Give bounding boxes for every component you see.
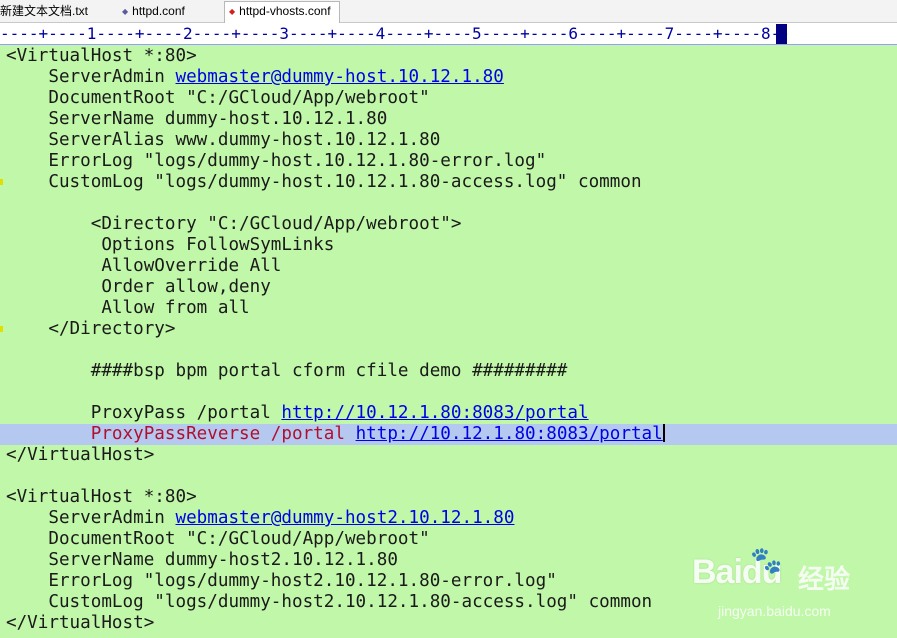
code-line[interactable]: ServerAdmin webmaster@dummy-host.10.12.1… bbox=[0, 67, 897, 88]
code-link[interactable]: http://10.12.1.80:8083/portal bbox=[281, 403, 588, 423]
code-line[interactable]: Order allow,deny bbox=[0, 277, 897, 298]
change-marker bbox=[0, 179, 3, 185]
text-caret bbox=[662, 424, 665, 442]
code-text: </VirtualHost> bbox=[6, 445, 155, 465]
code-line[interactable]: CustomLog "logs/dummy-host.10.12.1.80-ac… bbox=[0, 172, 897, 193]
change-marker bbox=[0, 326, 3, 332]
watermark-url: jingyan.baidu.com bbox=[718, 603, 831, 619]
tab-label: 新建文本文档.txt bbox=[0, 4, 89, 18]
ruler-cursor-marker bbox=[776, 24, 787, 44]
watermark-brand: 经验 bbox=[798, 564, 851, 594]
code-line[interactable] bbox=[0, 340, 897, 361]
code-link[interactable]: webmaster@dummy-host.10.12.1.80 bbox=[175, 67, 503, 87]
code-line[interactable]: ServerAdmin webmaster@dummy-host2.10.12.… bbox=[0, 508, 897, 529]
code-text: </Directory> bbox=[6, 319, 176, 339]
code-text: ####bsp bpm portal cform cfile demo ####… bbox=[6, 361, 568, 381]
current-code-line[interactable]: ProxyPassReverse /portal http://10.12.1.… bbox=[0, 424, 897, 445]
code-line[interactable]: Allow from all bbox=[0, 298, 897, 319]
code-text: ServerName dummy-host2.10.12.1.80 bbox=[6, 550, 398, 570]
code-line[interactable]: ServerName dummy-host.10.12.1.80 bbox=[0, 109, 897, 130]
tab-label: httpd.conf bbox=[132, 4, 185, 18]
code-text: AllowOverride All bbox=[6, 256, 282, 276]
watermark: Baidu 🐾 经验 jingyan.baidu.com bbox=[690, 545, 890, 630]
code-line[interactable]: ServerAlias www.dummy-host.10.12.1.80 bbox=[0, 130, 897, 151]
code-line[interactable]: </VirtualHost> bbox=[0, 445, 897, 466]
code-text: ServerAdmin bbox=[6, 508, 176, 528]
code-text: <Directory "C:/GCloud/App/webroot"> bbox=[6, 214, 462, 234]
code-line[interactable]: Options FollowSymLinks bbox=[0, 235, 897, 256]
code-line[interactable]: <VirtualHost *:80> bbox=[0, 487, 897, 508]
tab-new-text-document[interactable]: 新建文本文档.txt bbox=[0, 2, 110, 22]
column-ruler: ----+----1----+----2----+----3----+----4… bbox=[0, 23, 897, 45]
code-line[interactable] bbox=[0, 193, 897, 214]
code-text: Order allow,deny bbox=[6, 277, 271, 297]
tab-httpd-vhosts-conf[interactable]: ◆ httpd-vhosts.conf bbox=[224, 1, 340, 23]
code-link[interactable]: webmaster@dummy-host2.10.12.1.80 bbox=[175, 508, 514, 528]
code-text: Options FollowSymLinks bbox=[6, 235, 335, 255]
modified-file-icon: ◆ bbox=[229, 7, 236, 16]
file-icon: ◆ bbox=[122, 7, 129, 16]
tab-bar: 新建文本文档.txt ◆ httpd.conf ◆ httpd-vhosts.con… bbox=[0, 0, 897, 23]
code-line[interactable]: ErrorLog "logs/dummy-host.10.12.1.80-err… bbox=[0, 151, 897, 172]
code-line[interactable] bbox=[0, 466, 897, 487]
code-line[interactable]: </Directory> bbox=[0, 319, 897, 340]
tab-label: httpd-vhosts.conf bbox=[239, 4, 331, 18]
paw-icon: 🐾 bbox=[750, 545, 783, 575]
code-line[interactable] bbox=[0, 382, 897, 403]
code-line[interactable]: DocumentRoot "C:/GCloud/App/webroot" bbox=[0, 88, 897, 109]
code-text: CustomLog "logs/dummy-host.10.12.1.80-ac… bbox=[6, 172, 642, 192]
code-line[interactable]: AllowOverride All bbox=[0, 256, 897, 277]
code-text: CustomLog "logs/dummy-host2.10.12.1.80-a… bbox=[6, 592, 653, 612]
code-text: ServerName dummy-host.10.12.1.80 bbox=[6, 109, 388, 129]
code-text: </VirtualHost> bbox=[6, 613, 155, 633]
code-text: DocumentRoot "C:/GCloud/App/webroot" bbox=[6, 529, 430, 549]
code-text: ProxyPassReverse /portal bbox=[6, 424, 356, 444]
code-text: <VirtualHost *:80> bbox=[6, 487, 197, 507]
tab-httpd-conf[interactable]: ◆ httpd.conf bbox=[118, 2, 224, 22]
code-link[interactable]: http://10.12.1.80:8083/portal bbox=[356, 424, 663, 444]
code-line[interactable]: <VirtualHost *:80> bbox=[0, 46, 897, 67]
code-text: DocumentRoot "C:/GCloud/App/webroot" bbox=[6, 88, 430, 108]
code-text: <VirtualHost *:80> bbox=[6, 46, 197, 66]
code-line[interactable]: ProxyPass /portal http://10.12.1.80:8083… bbox=[0, 403, 897, 424]
code-text: Allow from all bbox=[6, 298, 250, 318]
code-line[interactable]: <Directory "C:/GCloud/App/webroot"> bbox=[0, 214, 897, 235]
code-text: ErrorLog "logs/dummy-host.10.12.1.80-err… bbox=[6, 151, 547, 171]
code-text: ServerAlias www.dummy-host.10.12.1.80 bbox=[6, 130, 441, 150]
code-line[interactable]: ####bsp bpm portal cform cfile demo ####… bbox=[0, 361, 897, 382]
code-text: ServerAdmin bbox=[6, 67, 176, 87]
code-text: ErrorLog "logs/dummy-host2.10.12.1.80-er… bbox=[6, 571, 557, 591]
code-text: ProxyPass /portal bbox=[6, 403, 282, 423]
